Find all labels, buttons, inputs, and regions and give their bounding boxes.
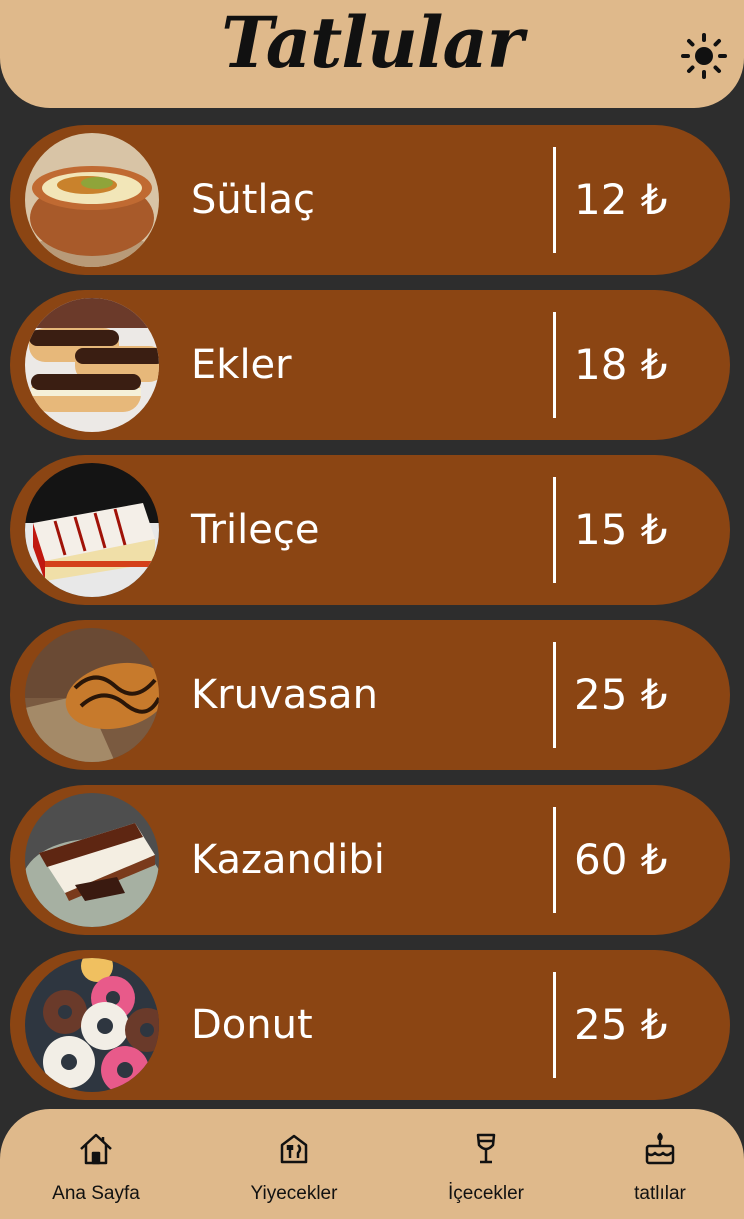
item-name: Kruvasan [191,672,378,718]
item-divider [553,147,556,253]
bottom-nav: Ana Sayfa Yiyecekler İçecekler tatlılar [0,1109,744,1219]
sun-icon[interactable] [680,32,728,80]
menu-item-ekler[interactable]: Ekler 18 ₺ [10,290,730,440]
ekler-photo [25,298,159,432]
item-divider [553,642,556,748]
item-price: 60 ₺ [574,835,668,884]
sutlac-photo [25,133,159,267]
home-icon [3,1131,189,1167]
kruvasan-photo [25,628,159,762]
item-name: Donut [191,1002,313,1048]
cake-icon [567,1131,744,1167]
dessert-list: Sütlaç 12 ₺ Ekler 18 ₺ Trileçe 15 ₺ Kruv… [10,125,730,1115]
nav-label: İçecekler [447,1183,525,1204]
menu-item-trilece[interactable]: Trileçe 15 ₺ [10,455,730,605]
item-name: Trileçe [191,507,320,553]
menu-item-sutlac[interactable]: Sütlaç 12 ₺ [10,125,730,275]
restaurant-icon [201,1131,387,1167]
item-divider [553,972,556,1078]
item-divider [553,312,556,418]
page-title: Tatlular [221,1,523,84]
menu-item-kazandibi[interactable]: Kazandibi 60 ₺ [10,785,730,935]
item-price: 15 ₺ [574,505,668,554]
nav-item-ana-sayfa[interactable]: Ana Sayfa [3,1109,189,1219]
nav-label: Yiyecekler [250,1183,338,1204]
wine-glass-icon [393,1131,579,1167]
nav-label: tatlılar [634,1183,686,1204]
donut-photo [25,958,159,1092]
menu-item-donut[interactable]: Donut 25 ₺ [10,950,730,1100]
item-name: Ekler [191,342,292,388]
item-divider [553,477,556,583]
trilece-photo [25,463,159,597]
nav-item-tatlilar[interactable]: tatlılar [567,1109,744,1219]
item-price: 25 ₺ [574,670,668,719]
kazandibi-photo [25,793,159,927]
item-name: Kazandibi [191,837,385,883]
nav-label: Ana Sayfa [52,1183,140,1204]
item-divider [553,807,556,913]
nav-item-yiyecekler[interactable]: Yiyecekler [201,1109,387,1219]
item-price: 12 ₺ [574,175,668,224]
nav-item-icecekler[interactable]: İçecekler [393,1109,579,1219]
item-price: 25 ₺ [574,1000,668,1049]
item-price: 18 ₺ [574,340,668,389]
app-header: Tatlular [0,0,744,108]
menu-item-kruvasan[interactable]: Kruvasan 25 ₺ [10,620,730,770]
item-name: Sütlaç [191,177,316,223]
